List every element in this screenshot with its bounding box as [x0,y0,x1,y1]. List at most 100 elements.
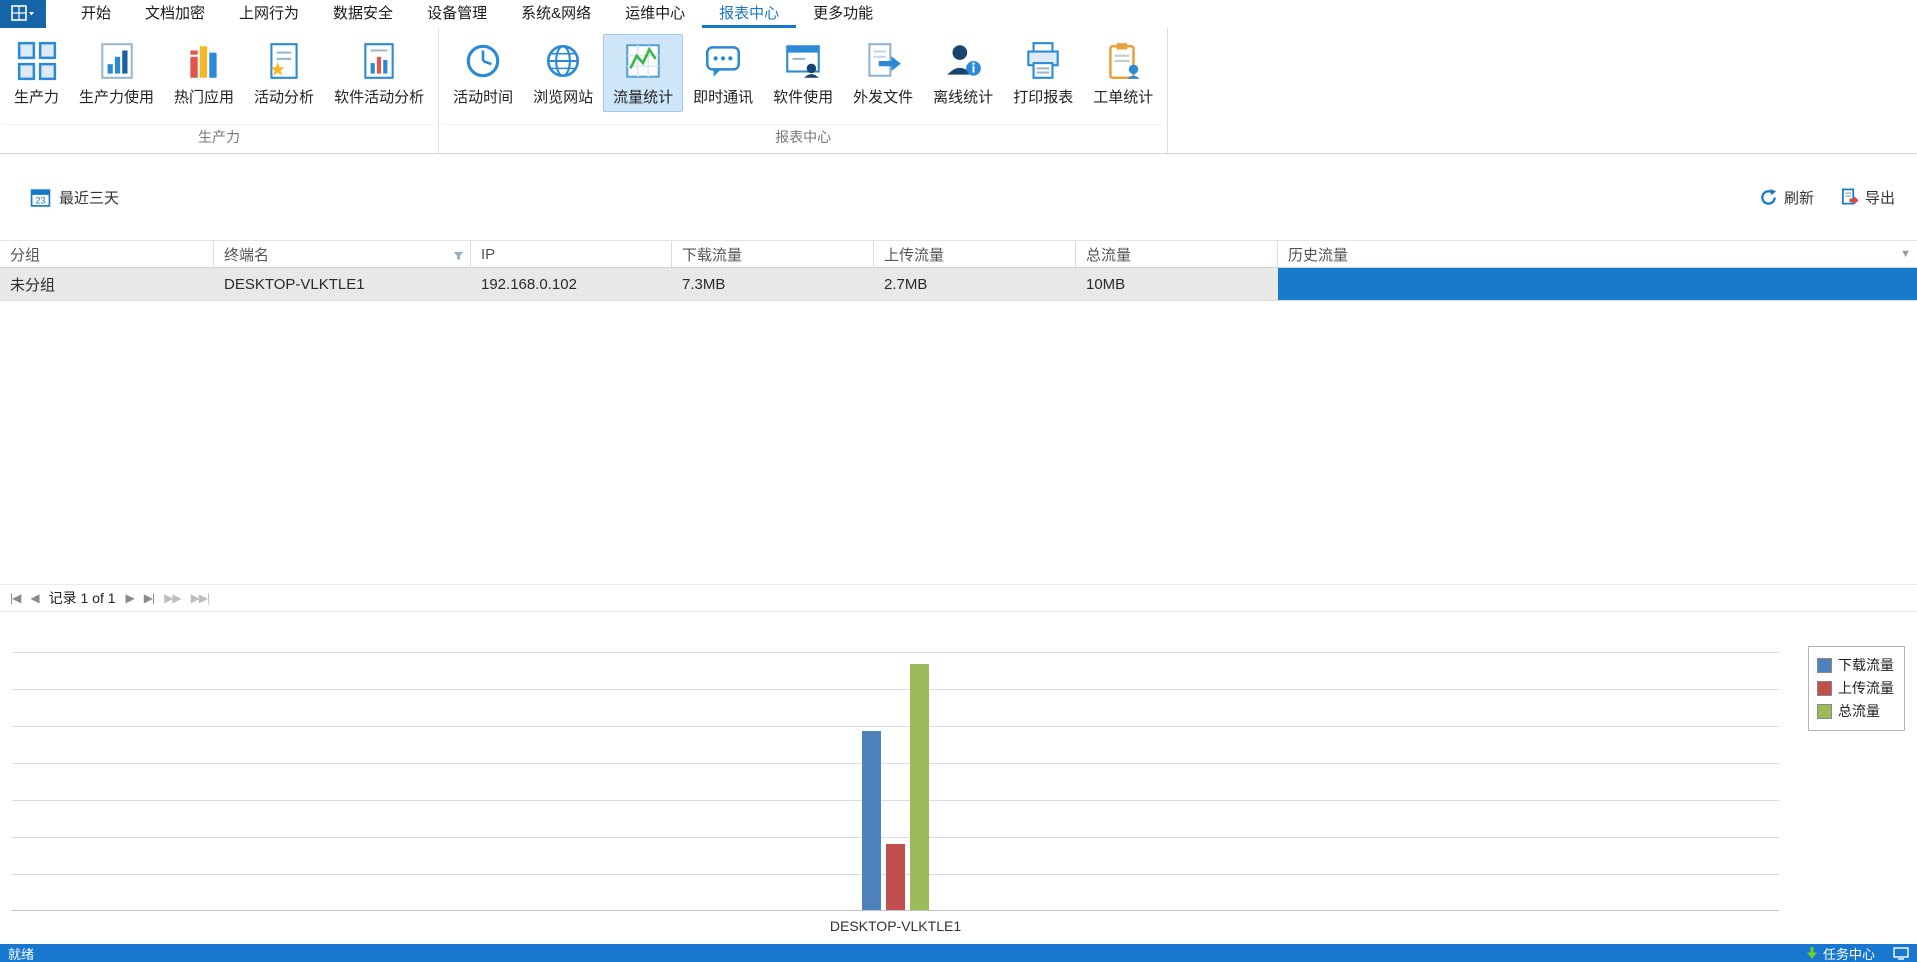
legend-swatch-upload [1817,680,1832,696]
export-button[interactable]: 导出 [1840,187,1895,208]
ribbon-item-hot-apps[interactable]: 热门应用 [164,34,244,112]
hot-apps-icon [182,39,226,83]
column-header-total[interactable]: 总流量 [1076,241,1278,267]
status-ready-label: 就绪 [8,946,35,962]
column-header-history[interactable]: 历史流量 ▼ [1278,241,1917,267]
ribbon-item-offline-statistics[interactable]: 离线统计 [923,34,1003,112]
refresh-button[interactable]: 刷新 [1759,187,1814,208]
calendar-icon: 23 [30,188,51,207]
column-header-terminal[interactable]: 终端名 [214,241,471,267]
cell-terminal: DESKTOP-VLKTLE1 [224,275,365,293]
printer-icon [1021,39,1065,83]
ribbon-item-label: 离线统计 [933,89,994,106]
refresh-label: 刷新 [1783,189,1814,207]
toolbar-actions: 刷新 导出 [1759,187,1895,208]
tab-system-network[interactable]: 系统&网络 [504,0,608,28]
chart-bar-2 [886,843,905,910]
chat-icon [701,39,745,83]
pager-extra-button[interactable]: ▶▶ [164,591,181,605]
ribbon-item-productivity-usage[interactable]: 生产力使用 [69,34,164,112]
ribbon-item-work-order-statistics[interactable]: 工单统计 [1083,34,1163,112]
refresh-icon [1761,188,1777,205]
next-page-button[interactable]: ▶ [126,591,135,605]
ribbon-item-software-activity-analysis[interactable]: 软件活动分析 [324,34,434,112]
last-page-button[interactable]: ▶| [144,591,155,605]
table-empty-area [0,301,1917,584]
doc-chart-icon [357,39,401,83]
legend-item: 总流量 [1817,701,1894,721]
export-label: 导出 [1864,189,1895,207]
column-dropdown-icon[interactable]: ▼ [1900,248,1911,260]
tab-internet-behavior[interactable]: 上网行为 [222,0,316,28]
ribbon-item-label: 流量统计 [613,89,674,106]
ribbon-item-print-report[interactable]: 打印报表 [1003,34,1083,112]
globe-icon [541,39,585,83]
task-center-button[interactable]: 任务中心 [1806,944,1875,962]
pagination-bar: |◀ ◀ 记录 1 of 1 ▶ ▶| ▶▶ ▶▶| [0,584,1917,612]
ribbon-item-label: 即时通讯 [693,89,754,106]
ribbon-item-productivity[interactable]: 生产力 [4,34,69,112]
task-center-label: 任务中心 [1822,946,1875,962]
legend-item: 下载流量 [1817,655,1894,675]
person-info-icon [941,39,985,83]
ribbon-item-software-usage[interactable]: 软件使用 [763,34,843,112]
cell-download: 7.3MB [682,275,726,293]
menu-bar: 开始 文档加密 上网行为 数据安全 设备管理 系统&网络 运维中心 报表中心 更… [0,0,1917,28]
column-header-label: 终端名 [224,246,270,264]
ribbon-item-label: 活动时间 [453,89,514,106]
ribbon-group-productivity: 生产力 生产力使用 热门应用 活动分析 软件活动分析 生产力 [0,28,440,153]
history-bar [1278,268,1917,300]
ribbon-item-label: 打印报表 [1013,89,1074,106]
ribbon-tabs: 开始 文档加密 上网行为 数据安全 设备管理 系统&网络 运维中心 报表中心 更… [64,0,890,28]
ribbon: 生产力 生产力使用 热门应用 活动分析 软件活动分析 生产力 活动时间 浏览网站… [0,28,1917,154]
legend-label: 上传流量 [1838,680,1894,696]
traffic-chart-icon [621,39,665,83]
monitor-icon[interactable] [1893,946,1909,960]
cell-total: 10MB [1086,275,1126,293]
ribbon-item-label: 活动分析 [254,89,315,106]
ribbon-item-traffic-statistics[interactable]: 流量统计 [603,34,684,112]
pager-extra-button[interactable]: ▶▶| [191,591,211,605]
bar-chart-icon [95,39,139,83]
tab-home[interactable]: 开始 [64,0,128,28]
column-header-download[interactable]: 下载流量 [672,241,874,267]
traffic-chart: DESKTOP-VLKTLE1 下载流量 上传流量 总流量 [0,612,1917,944]
app-menu-button[interactable] [0,0,46,28]
date-filter-label: 最近三天 [59,189,120,207]
ribbon-item-activity-analysis[interactable]: 活动分析 [244,34,324,112]
ribbon-item-outgoing-files[interactable]: 外发文件 [843,34,923,112]
date-filter-button[interactable]: 23 最近三天 [30,187,119,208]
column-header-group[interactable]: 分组 [0,241,214,267]
ribbon-item-label: 浏览网站 [533,89,594,106]
chart-plot [12,652,1779,911]
ribbon-filler [1168,28,1917,153]
tab-document-encryption[interactable]: 文档加密 [128,0,222,28]
column-header-upload[interactable]: 上传流量 [874,241,1076,267]
tab-more-features[interactable]: 更多功能 [796,0,890,28]
tab-report-center[interactable]: 报表中心 [702,0,797,28]
legend-swatch-total [1817,703,1832,719]
bar-group [12,652,1779,910]
table-row[interactable]: 未分组 DESKTOP-VLKTLE1 192.168.0.102 7.3MB … [0,268,1917,301]
chart-bar-3 [910,664,929,910]
filter-funnel-icon[interactable] [453,249,464,266]
first-page-button[interactable]: |◀ [10,591,21,605]
ribbon-item-label: 软件使用 [773,89,834,106]
tab-data-security[interactable]: 数据安全 [316,0,410,28]
tab-device-management[interactable]: 设备管理 [410,0,504,28]
column-header-ip[interactable]: IP [471,241,672,267]
prev-page-button[interactable]: ◀ [30,591,39,605]
tab-ops-center[interactable]: 运维中心 [608,0,702,28]
table-header: 分组 终端名 IP 下载流量 上传流量 总流量 历史流量 ▼ [0,240,1917,268]
cell-group: 未分组 [10,276,56,294]
ribbon-item-label: 软件活动分析 [334,89,425,106]
ribbon-item-browse-websites[interactable]: 浏览网站 [523,34,603,112]
grid-icon [15,39,59,83]
chart-x-axis-label: DESKTOP-VLKTLE1 [829,918,962,934]
ribbon-item-instant-messaging[interactable]: 即时通讯 [683,34,763,112]
clipboard-icon [1101,39,1145,83]
ribbon-item-activity-time[interactable]: 活动时间 [443,34,523,112]
file-out-icon [861,39,905,83]
ribbon-group-report-center: 活动时间 浏览网站 流量统计 即时通讯 软件使用 外发文件 离线统计 打印报表 … [439,28,1169,153]
ribbon-item-label: 工单统计 [1093,89,1154,106]
